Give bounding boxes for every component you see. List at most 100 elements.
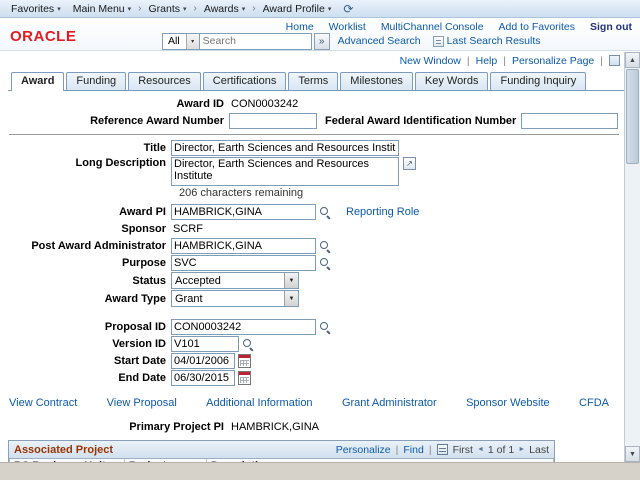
advanced-search-link[interactable]: Advanced Search	[338, 35, 421, 47]
award-form: Award ID CON0003242 Reference Award Numb…	[8, 96, 624, 462]
separator: |	[466, 54, 470, 67]
grid-toolbar: Personalize | Find | First ◄ 1 of 1 ► La…	[336, 444, 549, 456]
last-search-results-icon	[432, 35, 444, 47]
version-id-lookup-icon[interactable]	[242, 338, 255, 351]
long-description-row: Long Description Director, Earth Science…	[8, 157, 624, 186]
purpose-lookup-icon[interactable]	[319, 257, 332, 270]
additional-information-link[interactable]: Additional Information	[206, 397, 312, 411]
page-options-icon[interactable]	[609, 55, 620, 66]
pager-page-info: 1 of 1	[487, 443, 515, 456]
reference-award-number-label: Reference Award Number	[90, 115, 224, 127]
refresh-icon[interactable]: ⟳	[343, 2, 353, 16]
award-type-label: Award Type	[104, 292, 166, 305]
scrollbar-thumb[interactable]	[626, 69, 639, 164]
title-input[interactable]	[171, 140, 399, 156]
chevron-down-icon: ▾	[127, 5, 132, 13]
status-row: Status Accepted ▼	[8, 272, 624, 289]
end-date-row: End Date	[8, 370, 624, 386]
federal-award-id-input[interactable]	[521, 113, 619, 129]
sponsor-row: Sponsor SCRF	[8, 221, 624, 237]
sponsor-website-link[interactable]: Sponsor Website	[466, 397, 550, 411]
breadcrumb-award-profile[interactable]: Award Profile ▾	[257, 3, 338, 15]
tab-bar: Award Funding Resources Certifications T…	[8, 71, 624, 91]
view-proposal-link[interactable]: View Proposal	[107, 397, 177, 411]
sign-out-link[interactable]: Sign out	[590, 21, 632, 33]
end-date-input[interactable]	[171, 370, 235, 386]
search-bar: All ▾ » Advanced Search Last Search Resu…	[162, 32, 541, 50]
view-contract-link[interactable]: View Contract	[9, 397, 77, 411]
scroll-up-icon[interactable]: ▲	[625, 52, 640, 68]
favorites-menu[interactable]: Favorites ▾	[5, 3, 67, 15]
personalize-link[interactable]: Personalize	[336, 444, 391, 456]
tab-funding[interactable]: Funding	[66, 72, 127, 90]
cfda-link[interactable]: CFDA	[579, 397, 609, 411]
award-type-select[interactable]: Grant ▼	[171, 290, 299, 307]
horizontal-scrollbar[interactable]	[0, 462, 640, 480]
award-pi-lookup-icon[interactable]	[319, 206, 332, 219]
post-award-admin-lookup-icon[interactable]	[319, 240, 332, 253]
tab-funding-inquiry[interactable]: Funding Inquiry	[490, 72, 587, 90]
search-go-button[interactable]: »	[313, 32, 330, 50]
award-type-row: Award Type Grant ▼	[8, 290, 624, 307]
last-search-results-link[interactable]: Last Search Results	[447, 35, 541, 47]
personalize-page-link[interactable]: Personalize Page	[512, 55, 594, 67]
new-window-link[interactable]: New Window	[400, 55, 461, 67]
long-description-label: Long Description	[75, 157, 166, 169]
chevron-down-icon: ▼	[284, 273, 298, 288]
tab-terms[interactable]: Terms	[288, 72, 339, 90]
award-pi-input[interactable]	[171, 204, 316, 220]
tab-key-words[interactable]: Key Words	[414, 72, 489, 90]
breadcrumb-bar: Favorites ▾ Main Menu ▾ › Grants ▾ › Awa…	[0, 0, 640, 18]
chevron-down-icon: ▼	[284, 291, 298, 306]
help-link[interactable]: Help	[476, 55, 498, 67]
title-label: Title	[143, 142, 166, 154]
version-id-row: Version ID	[8, 336, 624, 352]
reference-award-number-input[interactable]	[229, 113, 317, 129]
status-select[interactable]: Accepted ▼	[171, 272, 299, 289]
tab-milestones[interactable]: Milestones	[340, 72, 413, 90]
reporting-role-link[interactable]: Reporting Role	[346, 206, 419, 218]
award-pi-row: Award PI Reporting Role	[8, 204, 624, 220]
proposal-id-lookup-icon[interactable]	[319, 321, 332, 334]
separator: |	[503, 54, 506, 67]
separator: |	[600, 54, 603, 67]
long-description-textarea[interactable]: Director, Earth Sciences and Resources I…	[171, 157, 399, 186]
page-actions: New Window | Help | Personalize Page |	[8, 54, 620, 67]
pager-next-icon[interactable]: ►	[518, 446, 525, 453]
grid-title: Associated Project	[14, 443, 114, 456]
award-type-value: Grant	[175, 292, 203, 305]
scroll-down-icon[interactable]: ▼	[625, 446, 640, 462]
proposal-id-input[interactable]	[171, 319, 316, 335]
find-link[interactable]: Find	[403, 444, 423, 456]
associated-project-grid: Associated Project Personalize | Find | …	[8, 440, 555, 462]
search-scope-select[interactable]: All ▾	[162, 32, 200, 50]
start-date-calendar-icon[interactable]	[238, 354, 251, 368]
pager-first-label: First	[452, 443, 473, 456]
main-menu[interactable]: Main Menu ▾	[67, 3, 137, 15]
purpose-label: Purpose	[121, 257, 166, 269]
tab-certifications[interactable]: Certifications	[202, 72, 287, 90]
tab-award[interactable]: Award	[11, 72, 65, 91]
grant-administrator-link[interactable]: Grant Administrator	[342, 397, 437, 411]
purpose-input[interactable]	[171, 255, 316, 271]
end-date-label: End Date	[118, 372, 166, 384]
start-date-label: Start Date	[114, 355, 166, 367]
tab-resources[interactable]: Resources	[128, 72, 201, 90]
version-id-input[interactable]	[171, 336, 239, 352]
awards-label: Awards	[203, 2, 239, 15]
expand-description-icon[interactable]: ↗	[403, 157, 416, 170]
primary-project-pi-value: HAMBRICK,GINA	[231, 421, 320, 433]
end-date-calendar-icon[interactable]	[238, 371, 251, 385]
vertical-scrollbar[interactable]: ▲ ▼	[624, 52, 640, 462]
pager-previous-icon[interactable]: ◄	[477, 446, 484, 453]
breadcrumb-grants[interactable]: Grants ▾	[143, 3, 193, 15]
start-date-input[interactable]	[171, 353, 235, 369]
grid-title-bar: Associated Project Personalize | Find | …	[9, 441, 554, 459]
search-input[interactable]	[199, 32, 312, 50]
grid-pager: First ◄ 1 of 1 ► Last	[453, 444, 549, 456]
oracle-logo: ORACLE	[10, 28, 77, 45]
post-award-admin-label: Post Award Administrator	[31, 240, 166, 252]
post-award-admin-input[interactable]	[171, 238, 316, 254]
download-grid-icon[interactable]	[436, 444, 448, 455]
breadcrumb-awards[interactable]: Awards ▾	[198, 3, 251, 15]
